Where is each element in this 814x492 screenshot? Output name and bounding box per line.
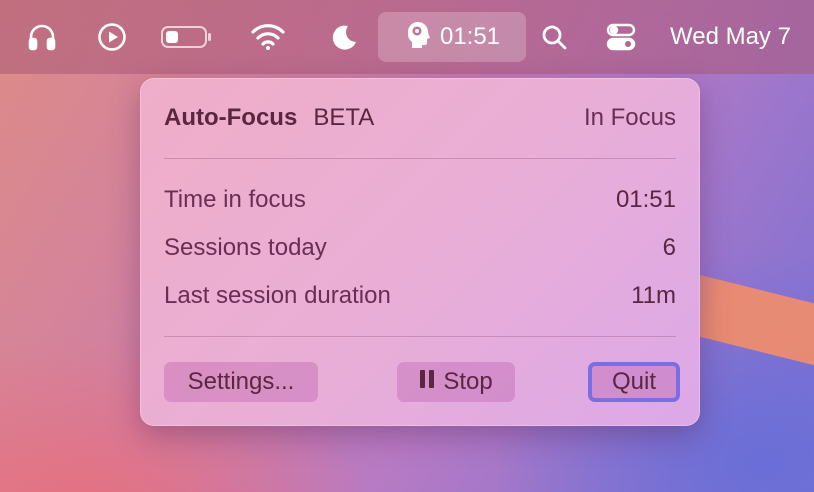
stat-row-last-session-duration: Last session duration 11m: [164, 282, 676, 310]
stop-button-label: Stop: [443, 368, 493, 395]
settings-button-label: Settings...: [187, 368, 295, 395]
headphones-icon[interactable]: [22, 0, 62, 74]
stat-value: 6: [662, 234, 676, 261]
popover-header: Auto-Focus BETA In Focus: [164, 104, 676, 132]
app-name: Auto-Focus: [164, 104, 298, 131]
search-icon[interactable]: [538, 0, 570, 74]
stat-label: Last session duration: [164, 282, 391, 309]
focus-status: In Focus: [583, 104, 676, 131]
beta-badge: BETA: [313, 104, 375, 131]
pause-icon: [419, 368, 435, 396]
brain-head-icon: [404, 19, 432, 56]
moon-icon[interactable]: [328, 0, 360, 74]
stat-value: 11m: [631, 282, 676, 309]
battery-icon[interactable]: [160, 0, 214, 74]
quit-button-label: Quit: [611, 368, 656, 395]
play-icon[interactable]: [94, 0, 130, 74]
stat-label: Sessions today: [164, 234, 327, 261]
menu-bar: 01:51 Wed May 7: [0, 0, 814, 74]
stat-label: Time in focus: [164, 186, 306, 213]
settings-button[interactable]: Settings...: [164, 362, 318, 402]
focus-timer: 01:51: [439, 23, 501, 50]
stat-value: 01:51: [615, 186, 676, 213]
header-divider: [164, 158, 676, 159]
wifi-icon[interactable]: [248, 0, 288, 74]
auto-focus-menu-item[interactable]: 01:51: [378, 12, 526, 62]
stat-row-time-in-focus: Time in focus 01:51: [164, 186, 676, 214]
control-center-icon[interactable]: [604, 0, 638, 74]
menu-bar-clock[interactable]: Wed May 7: [670, 0, 791, 74]
quit-button[interactable]: Quit: [588, 362, 680, 402]
stat-row-sessions-today: Sessions today 6: [164, 234, 676, 262]
auto-focus-popover: Auto-Focus BETA In Focus Time in focus 0…: [140, 78, 700, 426]
stop-button[interactable]: Stop: [397, 362, 515, 402]
footer-divider: [164, 336, 676, 337]
